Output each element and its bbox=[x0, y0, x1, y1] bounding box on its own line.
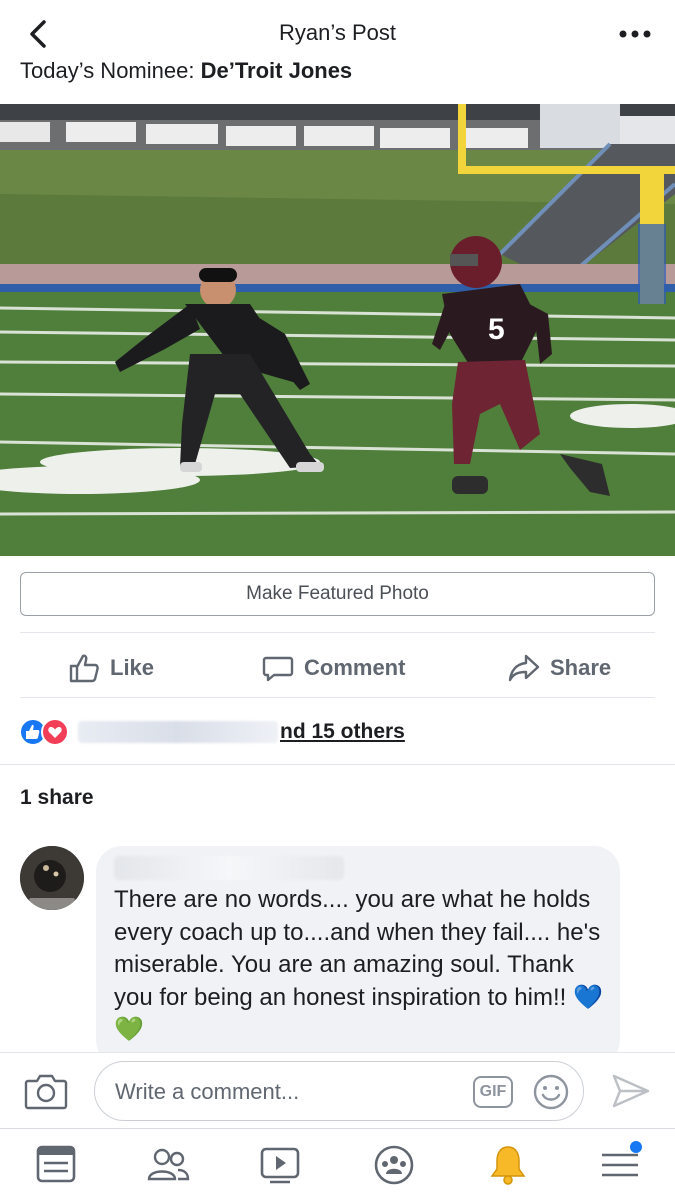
share-icon bbox=[508, 654, 540, 682]
divider bbox=[20, 632, 655, 633]
comment-icon bbox=[262, 656, 294, 682]
post-action-bar: Like Comment Share bbox=[0, 640, 675, 696]
comment-input[interactable]: Write a comment... GIF bbox=[94, 1061, 584, 1121]
make-featured-photo-button[interactable]: Make Featured Photo bbox=[20, 572, 655, 616]
comment-label: Comment bbox=[304, 655, 406, 680]
svg-text:5: 5 bbox=[488, 313, 505, 346]
commenter-avatar[interactable] bbox=[20, 846, 84, 910]
caption-nominee-name: De’Troit Jones bbox=[200, 62, 353, 83]
gif-button[interactable]: GIF bbox=[473, 1076, 513, 1108]
page-title: Ryan’s Post bbox=[279, 20, 396, 45]
reactions-count-text[interactable]: nd 15 others bbox=[280, 720, 405, 744]
post-caption-area: Today’s Nominee: De’Troit Jones bbox=[0, 62, 675, 104]
groups-icon[interactable] bbox=[372, 1143, 416, 1187]
love-reaction-icon bbox=[41, 718, 69, 746]
share-button[interactable]: Share bbox=[508, 640, 611, 696]
reactor-name-blurred bbox=[78, 721, 278, 743]
like-button[interactable]: Like bbox=[68, 640, 154, 696]
camera-icon[interactable] bbox=[24, 1071, 68, 1111]
divider bbox=[20, 697, 655, 698]
share-count[interactable]: 1 share bbox=[20, 786, 94, 810]
send-icon[interactable] bbox=[611, 1073, 651, 1109]
commenter-name-blurred[interactable] bbox=[114, 856, 344, 880]
comment-bubble: There are no words.... you are what he h… bbox=[96, 846, 620, 1066]
friends-icon[interactable] bbox=[146, 1143, 190, 1187]
comment-composer: Write a comment... GIF bbox=[0, 1052, 675, 1128]
caption-prefix: Today’s Nominee: bbox=[20, 62, 201, 83]
divider bbox=[0, 764, 675, 765]
news-feed-icon[interactable] bbox=[34, 1143, 78, 1187]
share-label: Share bbox=[550, 655, 612, 680]
reactions-summary[interactable]: nd 15 others bbox=[18, 712, 405, 752]
emoji-icon[interactable] bbox=[531, 1072, 571, 1112]
watch-icon[interactable] bbox=[258, 1143, 302, 1187]
notifications-icon[interactable] bbox=[486, 1143, 530, 1187]
top-navigation-bar: Ryan’s Post bbox=[0, 0, 675, 70]
comment-text: There are no words.... you are what he h… bbox=[114, 886, 603, 1043]
comment-button[interactable]: Comment bbox=[262, 640, 405, 696]
menu-notification-dot bbox=[630, 1141, 642, 1153]
like-label: Like bbox=[110, 655, 155, 680]
like-icon bbox=[69, 654, 99, 683]
comment-placeholder: Write a comment... bbox=[115, 1079, 300, 1104]
more-icon[interactable] bbox=[615, 16, 655, 52]
post-caption: Today’s Nominee: De’Troit Jones bbox=[20, 62, 352, 84]
bottom-tab-bar bbox=[0, 1128, 675, 1200]
post-photo[interactable]: 5 bbox=[0, 104, 675, 556]
